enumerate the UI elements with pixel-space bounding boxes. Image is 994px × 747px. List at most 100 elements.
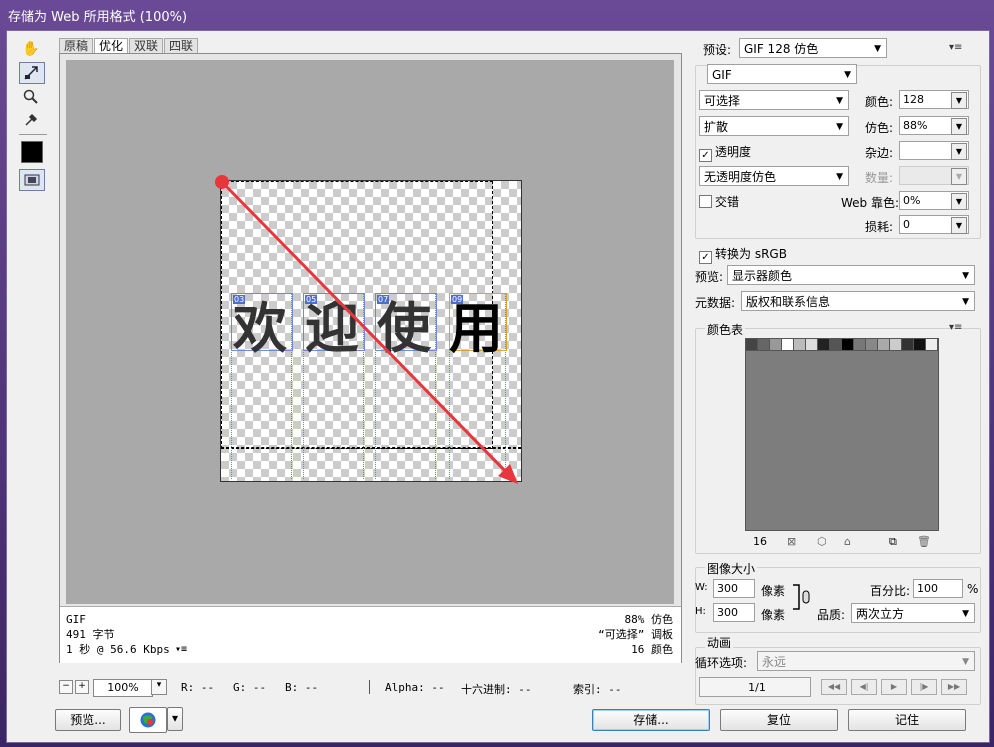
width-unit: 像素 [761,584,786,598]
color-swatch[interactable] [854,339,866,351]
color-swatch[interactable] [842,339,854,351]
preview-viewport[interactable]: 03 05 07 09 欢 迎 使 用 [66,60,674,604]
toggle-slices-visibility-icon[interactable] [19,169,45,191]
color-reduction-select[interactable]: 可选择 ▼ [699,90,849,110]
color-table-menu-icon[interactable]: ▾≡ [949,322,962,333]
divider [369,680,370,694]
color-swatch[interactable] [890,339,902,351]
info-dither: 88% 仿色 [624,613,674,626]
tab-2-up[interactable]: 双联 [129,38,164,54]
zoom-in-button[interactable]: + [75,680,89,694]
map-to-transparent-icon[interactable]: ⊠ [787,535,796,548]
preview-button[interactable]: 预览... [55,709,121,731]
convert-srgb-checkbox[interactable]: ✓ 转换为 sRGB [699,245,787,264]
color-swatch[interactable] [830,339,842,351]
dither-input[interactable]: 88% ▼ [899,116,969,135]
browser-menu-dropdown[interactable]: ▾ [167,707,183,731]
hand-tool-icon[interactable]: ✋ [19,39,43,59]
constrain-proportions-link-icon[interactable] [791,583,813,613]
web-snap-spin-icon[interactable]: ▼ [951,193,967,210]
lossy-label: 损耗: [865,220,894,234]
transparency-dither-value: 无透明度仿色 [704,170,777,184]
color-table[interactable] [745,338,939,531]
colors-spin-icon[interactable]: ▼ [951,92,967,109]
color-swatch[interactable] [806,339,818,351]
dither-label: 仿色: [865,121,894,135]
color-swatch[interactable] [794,339,806,351]
eyedropper-color-swatch[interactable] [21,141,43,163]
tab-original[interactable]: 原稿 [59,38,94,54]
amount-label: 数量: [865,171,894,185]
lock-color-icon[interactable]: ⌂ [844,535,851,548]
new-color-icon[interactable]: ⧉ [889,535,897,549]
checkmark-icon: ✓ [699,251,712,264]
convert-srgb-label: 转换为 sRGB [715,247,787,261]
web-snap-input[interactable]: 0% ▼ [899,191,969,210]
zoom-level-input[interactable]: 100% [93,679,153,697]
zoom-tool-icon[interactable] [19,87,43,107]
lossy-spin-icon[interactable]: ▼ [951,217,967,234]
preset-select[interactable]: GIF 128 仿色 ▼ [739,38,887,58]
zoom-out-button[interactable]: − [59,680,73,694]
transparency-dither-select[interactable]: 无透明度仿色 ▼ [699,166,849,186]
frame-counter-value: 1/1 [748,681,766,694]
loop-options-value: 永远 [762,655,787,669]
next-frame-icon[interactable]: |▶ [911,679,937,695]
color-swatch[interactable] [866,339,878,351]
quality-select[interactable]: 两次立方 ▼ [851,603,975,623]
color-swatch[interactable] [914,339,926,351]
height-input[interactable]: 300 [713,603,755,622]
checkmark-icon: ✓ [699,149,712,162]
interlaced-checkbox[interactable]: 交错 [699,193,739,210]
width-input[interactable]: 300 [713,579,755,598]
slice-select-tool-icon[interactable] [19,62,45,84]
color-swatch[interactable] [770,339,782,351]
color-swatch[interactable] [746,339,758,351]
previous-frame-icon[interactable]: ◀| [851,679,877,695]
color-swatch[interactable] [758,339,770,351]
width-value: 300 [717,582,738,595]
readout-r: R: -- [181,681,215,694]
preview-mode-select[interactable]: 显示器颜色 ▼ [727,265,975,285]
dither-spin-icon[interactable]: ▼ [951,118,967,135]
loop-options-select[interactable]: 永远 ▼ [757,651,975,671]
tab-4-up[interactable]: 四联 [164,38,199,54]
lossy-input[interactable]: 0 ▼ [899,215,969,234]
amount-spin-icon: ▼ [951,168,967,185]
play-icon[interactable]: ▶ [881,679,907,695]
percent-input[interactable]: 100 [913,579,963,598]
preset-label: 预设: [703,43,732,57]
web-snap-label: Web 靠色: [841,196,900,210]
color-swatch[interactable] [878,339,890,351]
preset-menu-icon[interactable]: ▾≡ [949,42,962,53]
web-shift-icon[interactable]: ⬡ [817,535,827,548]
download-rate-menu-icon[interactable]: ▾≡ [175,644,187,655]
info-colors: 16 颜色 [631,643,673,656]
zoom-dropdown-button[interactable]: ▾ [151,679,167,695]
last-frame-icon[interactable]: ▶▶ [941,679,967,695]
browser-icon [140,712,156,728]
save-button-label: 存储... [633,713,669,727]
matte-dropdown-icon[interactable]: ▼ [951,143,967,160]
readout-alpha: Alpha: -- [385,681,445,694]
first-frame-icon[interactable]: ◀◀ [821,679,847,695]
eyedropper-tool-icon[interactable] [19,110,43,130]
format-select[interactable]: GIF ▼ [707,64,857,84]
dither-algorithm-select[interactable]: 扩散 ▼ [699,116,849,136]
colors-input[interactable]: 128 ▼ [899,90,969,109]
info-file-size: 491 字节 [66,628,115,641]
browser-preview-button[interactable] [129,707,167,733]
delete-color-icon[interactable]: 🗑 [917,535,931,548]
percent-value: 100 [917,582,938,595]
tab-optimized[interactable]: 优化 [94,38,129,54]
dialog-window: 存储为 Web 所用格式 (100%) ✋ 原稿 优化 双联 四联 03 05 … [0,0,994,747]
color-swatch[interactable] [902,339,914,351]
view-tabs: 原稿 优化 双联 四联 [59,38,199,54]
height-unit: 像素 [761,608,786,622]
matte-select[interactable]: ▼ [899,141,969,160]
color-swatch[interactable] [818,339,830,351]
metadata-select[interactable]: 版权和联系信息 ▼ [741,291,975,311]
color-swatch[interactable] [926,339,938,351]
color-swatch[interactable] [782,339,794,351]
transparency-checkbox[interactable]: ✓ 透明度 [699,143,751,162]
